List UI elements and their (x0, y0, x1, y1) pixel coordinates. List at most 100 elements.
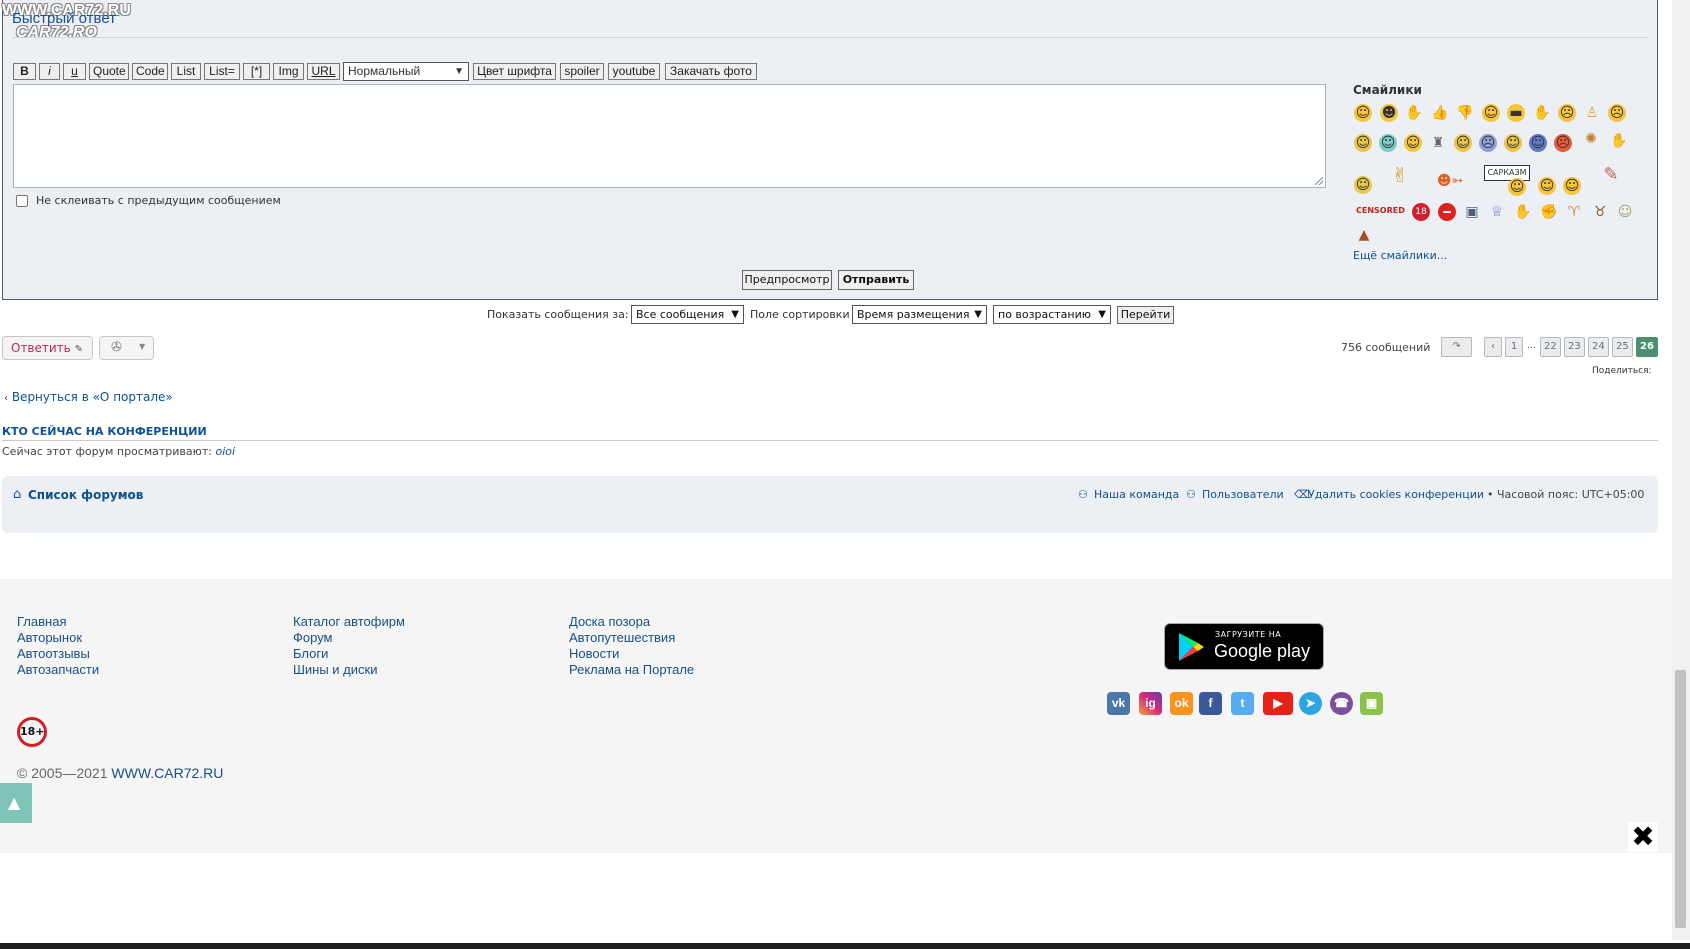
footer-link[interactable]: Автопутешествия (569, 630, 675, 645)
members-link[interactable]: Пользователи (1202, 488, 1284, 501)
current-page[interactable]: 26 (1636, 337, 1658, 357)
prev-page-button[interactable]: ‹ (1484, 337, 1502, 357)
muscle-icon[interactable]: ✊ (1540, 203, 1558, 221)
footer-link[interactable]: Блоги (293, 646, 328, 661)
close-button[interactable]: ✖ (1628, 822, 1658, 852)
thumbs-down-icon[interactable]: 👎 (1456, 104, 1474, 122)
instagram-icon[interactable]: ig (1139, 692, 1162, 715)
scrollbar-thumb[interactable] (1675, 670, 1686, 928)
twitter-icon[interactable]: t (1231, 692, 1254, 715)
google-play-badge[interactable]: ЗАГРУЗИТЕ НА Google play (1164, 623, 1324, 670)
list-ordered-button[interactable]: List= (204, 63, 240, 80)
show-posts-select[interactable]: Все сообщения ▼ (631, 305, 744, 324)
font-color-button[interactable]: Цвет шрифта (473, 63, 556, 80)
back-link[interactable]: ‹ Вернуться в «О портале» (4, 390, 173, 404)
message-textarea[interactable] (13, 84, 1326, 188)
tools-button[interactable]: ✇ ▼ (99, 336, 154, 360)
copyright-site-link[interactable]: WWW.CAR72.RU (111, 765, 223, 781)
angry-icon[interactable]: ☹ (1554, 134, 1572, 152)
laugh-icon[interactable]: ☺ (1404, 134, 1422, 152)
sort-field-select[interactable]: Время размещения ▼ (852, 305, 987, 324)
list-button[interactable]: List (171, 63, 201, 80)
hand-icon[interactable]: ✋ (1514, 203, 1532, 221)
footer-link[interactable]: Доска позора (569, 614, 650, 629)
pray-icon[interactable]: ♈ (1565, 203, 1583, 221)
happy-icon[interactable]: ☺ (1563, 177, 1581, 195)
smile-icon[interactable]: ☺ (1538, 177, 1556, 195)
page-link[interactable]: 24 (1588, 337, 1609, 357)
quote-button[interactable]: Quote (89, 63, 129, 80)
footer-link[interactable]: Автоотзывы (17, 646, 90, 661)
blue-face-icon[interactable]: ☺ (1529, 134, 1547, 152)
jump-to-page-button[interactable]: ↷ (1441, 337, 1472, 357)
code-button[interactable]: Code (132, 63, 168, 80)
italic-button[interactable]: i (39, 63, 60, 80)
preview-button[interactable]: Предпросмотр (742, 270, 832, 290)
forum-list-link[interactable]: Список форумов (28, 488, 143, 502)
more-smilies-link[interactable]: Ещё смайлики... (1353, 249, 1447, 262)
girl-icon[interactable]: ♕ (1488, 203, 1506, 221)
wink-icon[interactable]: ☺ (1482, 104, 1500, 122)
footer-link[interactable]: Главная (17, 614, 66, 629)
page-link[interactable]: 1 (1505, 337, 1523, 357)
poop-icon[interactable]: ▲ (1355, 226, 1373, 244)
page-link[interactable]: 25 (1612, 337, 1633, 357)
youtube-button[interactable]: youtube (608, 63, 660, 80)
dance-icon[interactable]: ✺ (1582, 130, 1600, 148)
facebook-icon[interactable]: f (1199, 692, 1222, 715)
page-link[interactable]: 23 (1564, 337, 1585, 357)
thinking-icon[interactable]: ☹ (1558, 104, 1576, 122)
fire-icon[interactable]: ✋ (1405, 104, 1423, 122)
no-merge-checkbox[interactable] (16, 195, 28, 207)
footer-link[interactable]: Реклама на Портале (569, 662, 694, 677)
scroll-to-top-button[interactable]: ▲ (0, 783, 32, 823)
censored-icon[interactable]: CENSORED (1356, 204, 1405, 218)
viber-icon[interactable]: ☎ (1330, 692, 1353, 715)
thumbs-up-icon[interactable]: 👍 (1431, 104, 1449, 122)
deer-icon[interactable]: ♉ (1591, 203, 1609, 221)
footer-link[interactable]: Шины и диски (293, 662, 377, 677)
glasses-icon[interactable]: ☺ (1354, 176, 1372, 194)
smirk-icon[interactable]: ☺ (1504, 134, 1522, 152)
grin-icon[interactable]: ☺ (1354, 134, 1372, 152)
spoiler-button[interactable]: spoiler (560, 63, 604, 80)
footer-link[interactable]: Авторынок (17, 630, 82, 645)
url-button[interactable]: URL (307, 63, 340, 80)
delete-cookies-link[interactable]: Удалить cookies конференции (1308, 488, 1484, 501)
smiley-icon[interactable]: ☺ (1354, 104, 1372, 122)
no-entry-icon[interactable]: ━ (1438, 203, 1456, 221)
person-icon[interactable]: ♙ (1583, 104, 1601, 122)
submit-button[interactable]: Отправить (838, 270, 914, 290)
police-car-icon[interactable]: ▣ (1463, 203, 1481, 221)
vk-icon[interactable]: vk (1107, 692, 1130, 715)
youtube-icon[interactable]: ▶ (1263, 692, 1293, 715)
team-link[interactable]: Наша команда (1094, 488, 1179, 501)
page-link[interactable]: 22 (1540, 337, 1561, 357)
android-icon[interactable]: ▣ (1360, 692, 1383, 715)
bold-button[interactable]: B (13, 63, 36, 80)
footer-link[interactable]: Новости (569, 646, 619, 661)
reply-button[interactable]: Ответить ✎ (2, 336, 93, 360)
sort-order-select[interactable]: по возрастанию ▼ (993, 305, 1111, 324)
resize-handle[interactable] (1315, 177, 1323, 185)
cool-icon[interactable]: ☺ (1379, 134, 1397, 152)
upload-photo-button[interactable]: Закачать фото (665, 63, 757, 80)
eighteen-icon[interactable]: 18 (1412, 203, 1430, 221)
footer-link[interactable]: Автозапчасти (17, 662, 99, 677)
confused-icon[interactable]: ☹ (1608, 104, 1626, 122)
detective-icon[interactable]: ♜ (1429, 134, 1447, 152)
facepalm-icon[interactable]: ✋ (1533, 104, 1551, 122)
sad-icon[interactable]: ☹ (1479, 134, 1497, 152)
rocket-icon[interactable]: ✎ (1598, 166, 1624, 192)
footer-link[interactable]: Форум (293, 630, 333, 645)
img-button[interactable]: Img (273, 63, 304, 80)
footer-link[interactable]: Каталог автофирм (293, 614, 405, 629)
odnoklassniki-icon[interactable]: ok (1170, 692, 1193, 715)
online-user-link[interactable]: oioi (216, 445, 236, 458)
list-item-button[interactable]: [*] (243, 63, 270, 80)
underline-button[interactable]: u (63, 63, 86, 80)
smiley-icon[interactable]: ☻ (1380, 104, 1398, 122)
hands-icon[interactable]: ✌ (1385, 165, 1415, 190)
hide-icon[interactable]: ✋ (1610, 132, 1628, 150)
shocked-icon[interactable]: ☺ (1454, 134, 1472, 152)
